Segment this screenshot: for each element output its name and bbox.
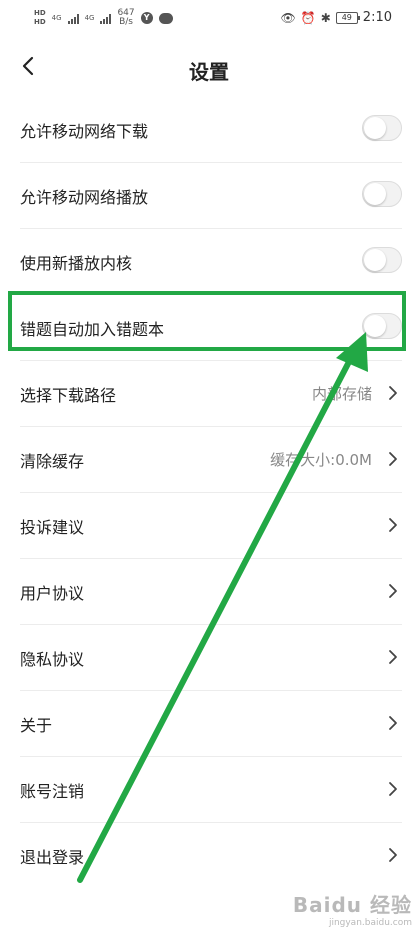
hd-label-1: HD [34,9,46,17]
setting-row-delete-account[interactable]: 账号注销 [20,757,402,823]
setting-row-user-agreement[interactable]: 用户协议 [20,559,402,625]
setting-label: 账号注销 [20,782,85,801]
setting-row-mobile-play: 允许移动网络播放 [20,163,402,229]
hd-indicator: HD HD [34,9,46,27]
status-bar: HD HD 4G 4G 647 B/s Y 👁 ⏰ ✱ 49 2:10 [0,0,418,40]
toggle-knob [364,117,386,139]
setting-row-logout[interactable]: 退出登录 [20,823,402,888]
chat-notification-icon [158,12,173,24]
setting-label: 投诉建议 [20,518,85,537]
setting-label: 退出登录 [20,848,85,867]
chevron-right-icon [389,848,397,862]
setting-label: 使用新播放内核 [20,254,133,273]
annotation-highlight-box [8,291,406,351]
hd-label-2: HD [34,18,46,26]
setting-label: 允许移动网络下载 [20,122,149,141]
setting-row-new-player-core: 使用新播放内核 [20,229,402,295]
status-bar-right: 👁 ⏰ ✱ 49 2:10 [281,10,392,25]
header: 设置 [0,40,418,96]
status-bar-left: HD HD 4G 4G 647 B/s Y [34,9,173,27]
chevron-right-icon [389,452,397,466]
setting-label: 清除缓存 [20,452,85,471]
setting-label: 关于 [20,716,53,735]
battery-icon: 49 [335,11,360,24]
settings-list: 允许移动网络下载 允许移动网络播放 使用新播放内核 错题自动加入错题本 选择下载… [0,97,418,888]
setting-label: 隐私协议 [20,650,85,669]
mobile-download-toggle[interactable] [362,115,402,141]
eye-icon: 👁 [280,10,296,25]
new-player-core-toggle[interactable] [362,247,402,273]
watermark-logo: Baidu 经验 jingyan.baidu.com [293,889,412,928]
watermark-main: Baidu 经验 [292,893,412,917]
setting-label: 用户协议 [20,584,85,603]
setting-row-clear-cache[interactable]: 清除缓存 缓存大小:0.0M [20,427,402,493]
mobile-play-toggle[interactable] [362,181,402,207]
setting-label: 选择下载路径 [20,386,117,405]
chevron-right-icon [389,584,397,598]
chevron-right-icon [389,650,397,664]
speed-unit: B/s [119,17,133,27]
setting-row-download-path[interactable]: 选择下载路径 内部存储 [20,361,402,427]
signal-icon-1 [67,12,79,24]
setting-row-about[interactable]: 关于 [20,691,402,757]
chevron-right-icon [389,716,397,730]
clock: 2:10 [362,10,392,25]
toggle-knob [364,183,386,205]
setting-value: 内部存储 [311,385,372,403]
toggle-knob [364,249,386,271]
page-title: 设置 [189,60,229,84]
setting-row-mobile-download: 允许移动网络下载 [20,97,402,163]
bluetooth-icon: ✱ [320,10,331,25]
setting-value: 缓存大小:0.0M [270,451,372,469]
setting-row-feedback[interactable]: 投诉建议 [20,493,402,559]
battery-level: 49 [341,12,352,22]
setting-row-privacy-policy[interactable]: 隐私协议 [20,625,402,691]
setting-label: 允许移动网络播放 [20,188,149,207]
chevron-right-icon [389,782,397,796]
network-speed: 647 B/s [117,9,134,27]
alarm-icon: ⏰ [300,10,316,25]
watermark-sub: jingyan.baidu.com [328,918,412,928]
network-type-1: 4G [51,14,62,22]
signal-icon-2 [100,12,112,24]
chevron-right-icon [389,518,397,532]
app-badge-icon: Y [140,12,153,24]
network-type-2: 4G [84,14,95,22]
chevron-right-icon [389,386,397,400]
